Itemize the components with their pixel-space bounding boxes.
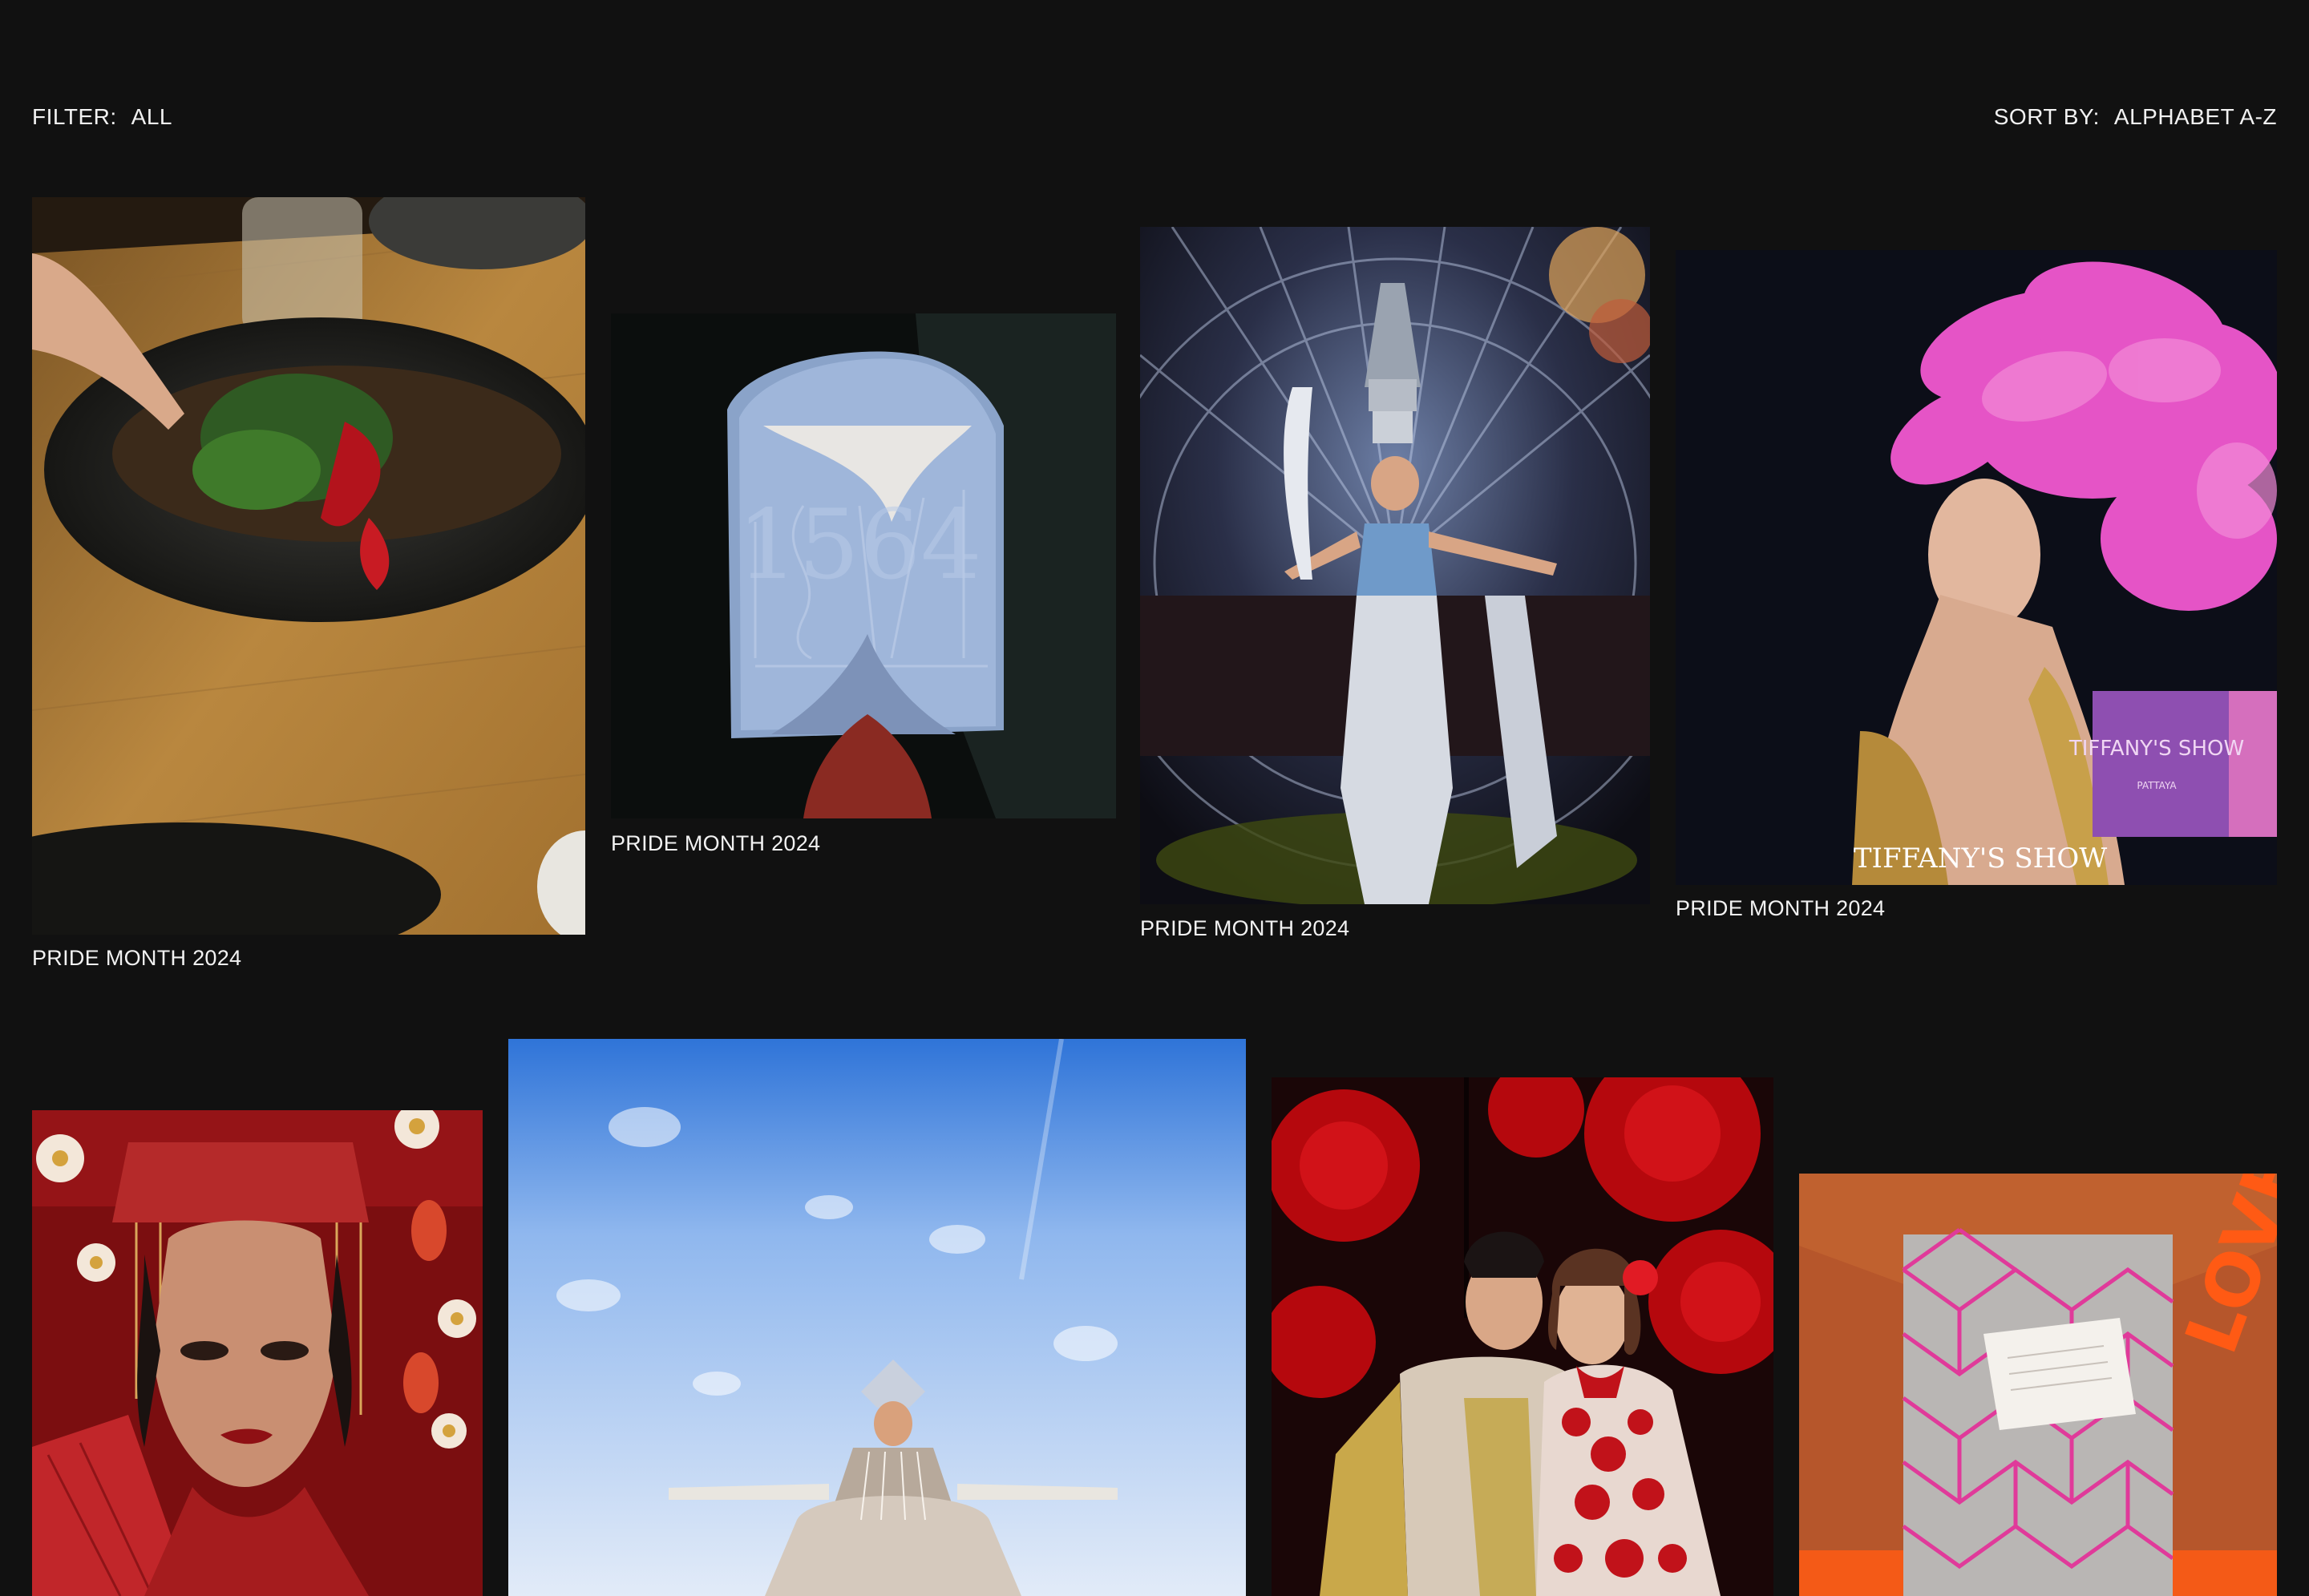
project-image-cabaret-performer[interactable] (1140, 227, 1650, 904)
sort-label: SORT BY: (1993, 104, 2100, 129)
project-image-bride-portrait[interactable] (32, 1110, 483, 1596)
project-card[interactable]: PRIDE MONTH 2024 (32, 197, 585, 983)
svg-text:PATTAYA: PATTAYA (2137, 780, 2177, 791)
project-image-pink-feathers[interactable]: TIFFANY'S SHOW PATTAYA TIFFANY'S SHOW (1676, 250, 2277, 885)
project-card[interactable]: PRIDE MONTH 2024 (1140, 227, 1650, 948)
project-image-restaurant-dish[interactable] (32, 197, 585, 935)
project-image-blue-card[interactable]: 1564 (611, 313, 1116, 818)
project-caption: PRIDE MONTH 2024 (1140, 916, 1350, 940)
project-caption: PRIDE MONTH 2024 (32, 946, 242, 970)
filter-control[interactable]: FILTER: ALL (32, 104, 172, 130)
project-card[interactable]: 1564 PRIDE MONTH 2024 (611, 313, 1116, 859)
project-caption: PRIDE MONTH 2024 (1676, 896, 1886, 920)
sort-control[interactable]: SORT BY: ALPHABET A-Z (1994, 104, 2277, 130)
project-image-performer-sky[interactable] (508, 1039, 1246, 1596)
svg-text:TIFFANY'S SHOW: TIFFANY'S SHOW (1854, 842, 2107, 875)
svg-text:1564: 1564 (737, 490, 981, 601)
project-card[interactable] (1272, 1077, 1773, 1596)
filter-value[interactable]: ALL (131, 104, 172, 130)
project-card[interactable] (32, 1110, 483, 1596)
project-card[interactable]: TIFFANY'S SHOW PATTAYA TIFFANY'S SHOW PR… (1676, 250, 2277, 931)
project-card[interactable]: LOVE (1799, 1174, 2277, 1596)
project-image-orange-envelope[interactable]: LOVE (1799, 1174, 2277, 1596)
project-image-couple-roses[interactable] (1272, 1077, 1773, 1596)
project-caption: PRIDE MONTH 2024 (611, 831, 821, 855)
toolbar: FILTER: ALL SORT BY: ALPHABET A-Z (32, 104, 2277, 136)
filter-label: FILTER: (32, 104, 117, 129)
project-card[interactable] (508, 1039, 1246, 1596)
svg-text:TIFFANY'S SHOW: TIFFANY'S SHOW (2068, 737, 2244, 761)
sort-value[interactable]: ALPHABET A-Z (2114, 104, 2277, 130)
